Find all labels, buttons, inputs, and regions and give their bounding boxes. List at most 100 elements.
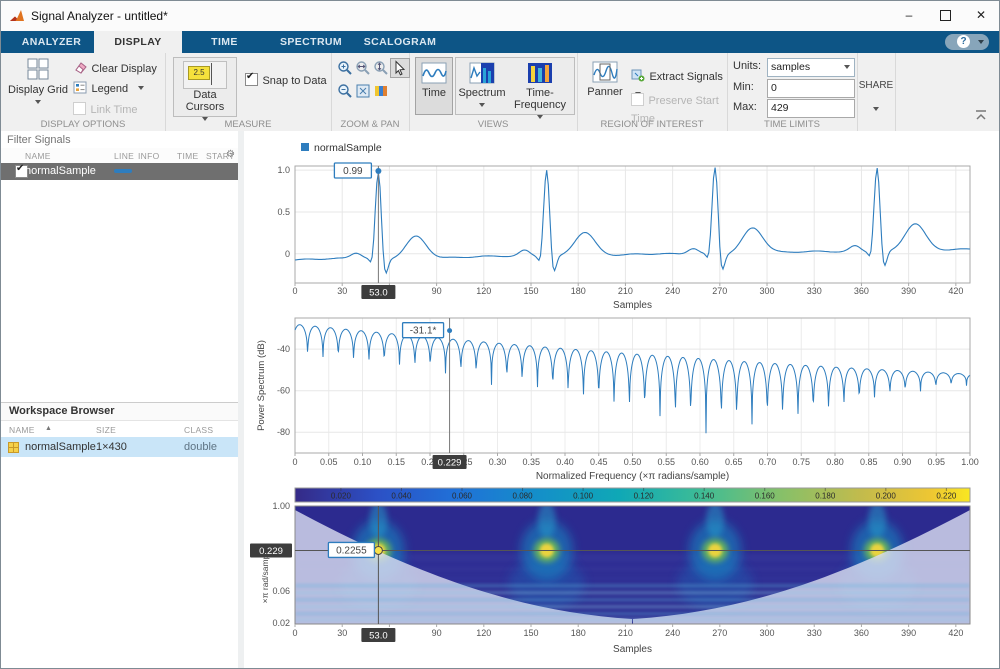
close-button[interactable]: ✕: [963, 1, 999, 30]
x-tick: 180: [571, 628, 586, 638]
pointer-tool-button[interactable]: [390, 58, 410, 78]
section-time-limits: Units: samples Min: 0 Max: 429 TIME LIMI…: [727, 53, 858, 131]
x-tick: 420: [948, 286, 963, 296]
y-tick: 1.00: [272, 501, 290, 511]
section-share: SHARE: [857, 53, 896, 131]
matlab-icon: [9, 9, 25, 23]
y-axis-label: Power Spectrum (dB): [256, 340, 267, 431]
panner-button[interactable]: Panner: [583, 57, 627, 98]
cursor-marker[interactable]: [375, 168, 381, 174]
tab-time[interactable]: TIME: [182, 31, 267, 53]
gear-icon[interactable]: ⚙: [226, 149, 235, 160]
x-tick: 150: [523, 628, 538, 638]
scalogram-image[interactable]: [295, 502, 970, 625]
time-frequency-view-button[interactable]: Time-Frequency: [508, 58, 572, 123]
zoom-in-icon[interactable]: [337, 60, 353, 76]
max-label: Max:: [733, 101, 757, 113]
window-title: Signal Analyzer - untitled*: [31, 9, 168, 23]
ecg-series[interactable]: [295, 168, 970, 273]
workspace-table-header: NAME ▲ SIZE CLASS: [1, 421, 238, 438]
workspace-row-normalsample[interactable]: normalSample 1×430 double: [1, 437, 238, 457]
chevron-down-icon: [844, 65, 850, 69]
colorbar-tick: 0.180: [815, 492, 836, 501]
spectrum-view-button[interactable]: Spectrum: [456, 58, 508, 111]
collapse-ribbon-icon[interactable]: [973, 109, 989, 121]
line-color-swatch: [114, 169, 132, 173]
max-input[interactable]: 429: [767, 99, 855, 118]
checkbox-checked-icon: [245, 73, 258, 86]
chevron-down-icon: [873, 107, 879, 111]
snap-to-data-checkbox[interactable]: Snap to Data: [245, 71, 327, 89]
time-frequency-view-icon: [527, 62, 553, 84]
min-label: Min:: [733, 81, 754, 93]
x-tick: 30: [337, 628, 347, 638]
min-input[interactable]: 0: [767, 79, 855, 98]
x-tick: 360: [854, 286, 869, 296]
colorbar-tick: 0.160: [755, 492, 776, 501]
zoom-out-icon[interactable]: [337, 83, 353, 99]
x-tick: 150: [523, 286, 538, 296]
data-cursors-icon: 2.5: [183, 61, 227, 89]
y-tick: 0: [285, 249, 290, 259]
section-measure: 2.5 Data Cursors Snap to Data MEASURE: [165, 53, 332, 131]
colorbar-tick: 0.120: [634, 492, 655, 501]
zoom-y-icon[interactable]: [373, 60, 389, 76]
spectrum-plot[interactable]: 00.050.100.150.200.250.300.350.400.450.5…: [244, 309, 1000, 483]
chevron-down-icon: [138, 86, 144, 90]
minimize-button[interactable]: –: [891, 1, 927, 30]
x-tick: 210: [618, 286, 633, 296]
link-time-checkbox[interactable]: Link Time: [73, 100, 138, 118]
signal-row-normalsample[interactable]: normalSample: [1, 163, 238, 180]
scalogram-plot[interactable]: 0.0200.0400.0600.0800.1000.1200.1400.160…: [244, 484, 1000, 668]
x-tick: 300: [760, 286, 775, 296]
sort-asc-icon: ▲: [45, 425, 52, 432]
x-tick: 90: [432, 628, 442, 638]
svg-text:53.0: 53.0: [369, 288, 388, 299]
pointer-icon: [392, 60, 408, 76]
pan-heatmap-icon[interactable]: [373, 83, 389, 99]
panner-icon: [592, 61, 618, 83]
share-button[interactable]: SHARE: [857, 79, 895, 115]
tab-scalogram[interactable]: SCALOGRAM: [355, 31, 445, 53]
x-tick: 0: [292, 457, 297, 467]
x-tick: 0.95: [927, 457, 945, 467]
x-tick: 120: [476, 628, 491, 638]
units-select[interactable]: samples: [767, 58, 855, 77]
x-tick: 0.15: [387, 457, 405, 467]
x-tick: 330: [807, 286, 822, 296]
data-cursors-button[interactable]: 2.5 Data Cursors: [173, 57, 237, 117]
x-tick: 270: [712, 286, 727, 296]
svg-text:-31.1*: -31.1*: [410, 326, 437, 337]
colorbar-tick: 0.060: [452, 492, 473, 501]
x-tick: 0.50: [624, 457, 642, 467]
time-view-button[interactable]: Time: [415, 57, 453, 115]
cursor-marker[interactable]: [447, 328, 452, 333]
extract-signals-icon: [631, 69, 645, 82]
display-grid-button[interactable]: Display Grid: [7, 57, 69, 108]
x-tick: 390: [901, 628, 916, 638]
clear-display-icon: [73, 61, 87, 74]
x-tick: 0.10: [354, 457, 372, 467]
y-tick: -80: [277, 427, 290, 437]
tab-analyzer[interactable]: ANALYZER: [9, 31, 94, 53]
tab-display[interactable]: DISPLAY: [94, 31, 182, 53]
signal-panel: NAME LINE INFO TIME START ⚙ normalSample…: [1, 131, 239, 668]
time-plot[interactable]: normalSample0306090120150180210240270300…: [244, 131, 1000, 313]
section-display-options: Display Grid Clear Display: [1, 53, 166, 131]
x-tick: 0.70: [759, 457, 777, 467]
tab-spectrum[interactable]: SPECTRUM: [267, 31, 355, 53]
chevron-down-icon: [978, 40, 984, 44]
cursor-marker[interactable]: [374, 546, 382, 554]
checkbox-icon: [631, 93, 644, 106]
help-button[interactable]: ?: [945, 34, 989, 50]
fit-view-icon[interactable]: [355, 83, 371, 99]
legend-button[interactable]: Legend: [73, 79, 144, 97]
x-tick: 120: [476, 286, 491, 296]
x-axis-label: Normalized Frequency (×π radians/sample): [536, 471, 729, 482]
zoom-x-icon[interactable]: [355, 60, 371, 76]
x-tick: 210: [618, 628, 633, 638]
filter-signals-input[interactable]: [1, 131, 244, 149]
svg-text:0.2255: 0.2255: [336, 545, 367, 556]
maximize-button[interactable]: [927, 1, 963, 30]
x-tick: 0.40: [556, 457, 574, 467]
